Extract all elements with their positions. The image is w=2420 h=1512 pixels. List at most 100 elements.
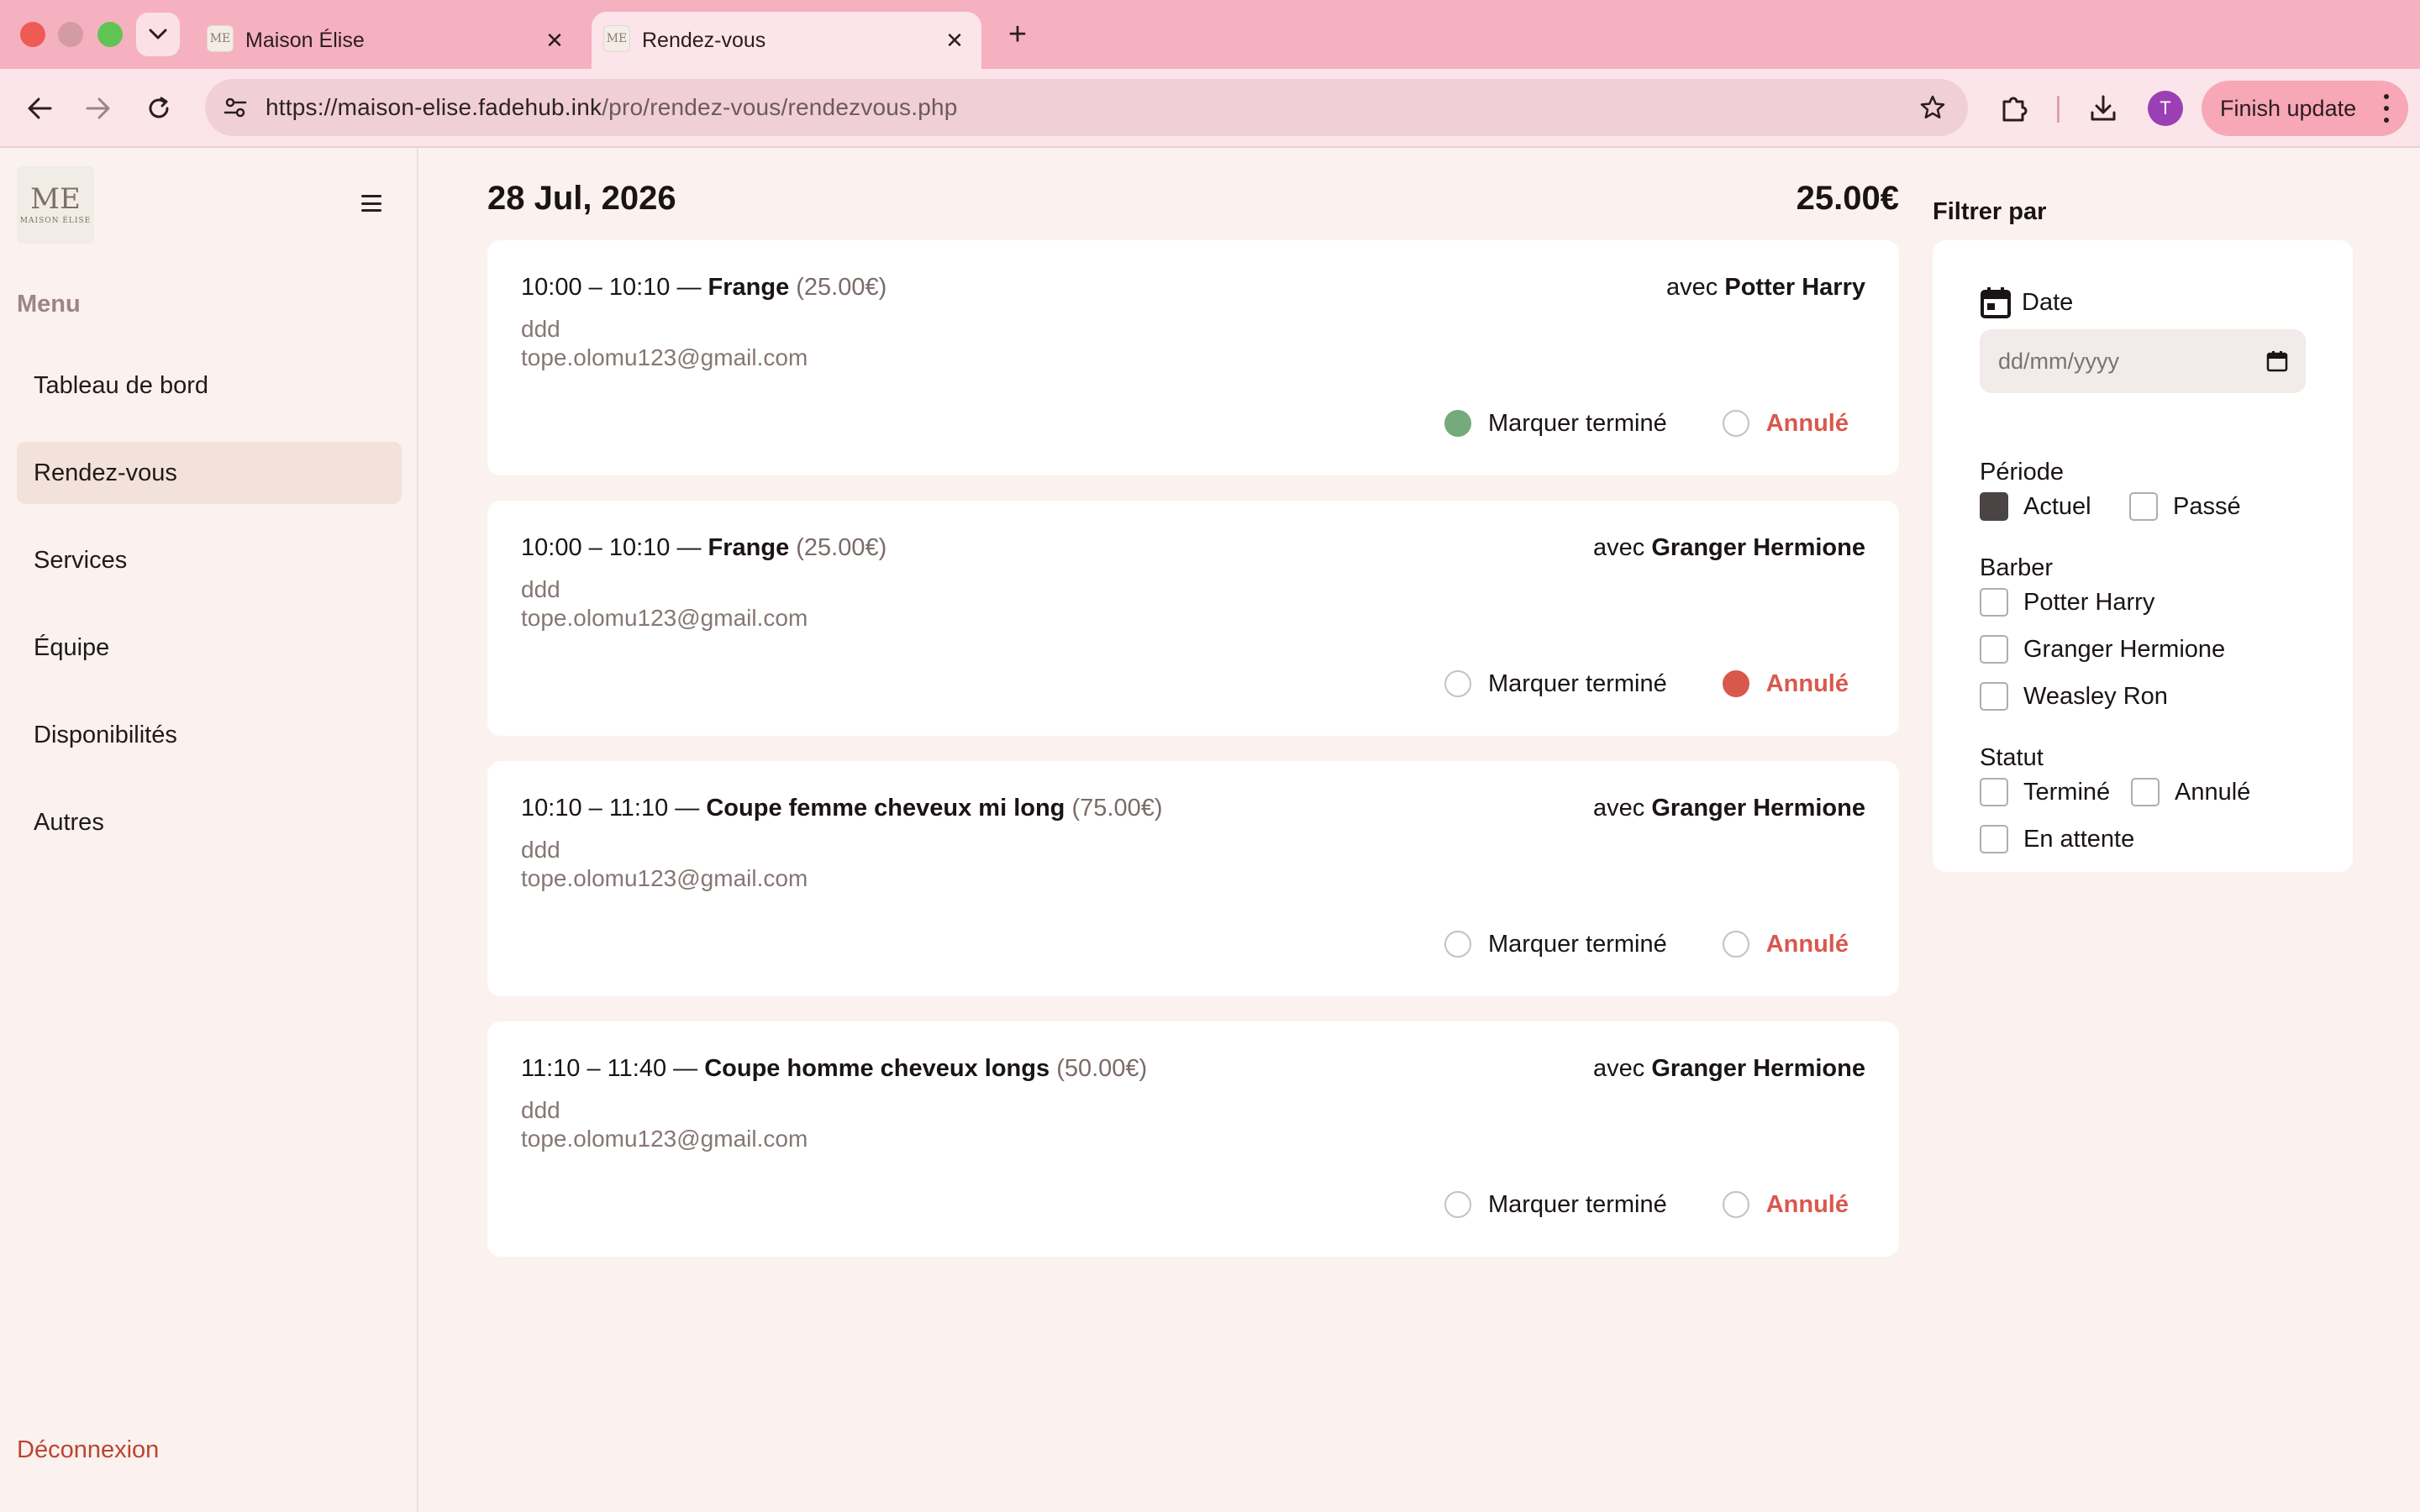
tab-maison-elise[interactable]: ME Maison Élise ✕ bbox=[195, 12, 581, 69]
checkbox-unchecked[interactable] bbox=[2131, 778, 2160, 806]
tab-title: Rendez-vous bbox=[642, 29, 766, 52]
mark-done-label: Marquer terminé bbox=[1487, 1190, 1667, 1218]
appointment-barber: avec Granger Hermione bbox=[1593, 795, 1865, 822]
close-icon[interactable]: ✕ bbox=[541, 27, 568, 54]
status-radio-group: Marquer terminé Annulé bbox=[1444, 1188, 1849, 1221]
checkbox-label: Granger Hermione bbox=[2023, 635, 2226, 663]
cancel-radio[interactable]: Annulé bbox=[1722, 1191, 1849, 1219]
appointment-service: Frange bbox=[708, 274, 790, 301]
client-email: tope.olomu123@gmail.com bbox=[521, 605, 808, 631]
calendar-icon bbox=[1981, 287, 2011, 318]
back-arrow-icon[interactable] bbox=[18, 87, 60, 129]
barber-weasley-checkbox[interactable]: Weasley Ron bbox=[1980, 682, 2168, 711]
appointment-note: ddd bbox=[521, 576, 560, 602]
sidebar-item-autres[interactable]: Autres bbox=[17, 791, 402, 853]
tab-rendez-vous[interactable]: ME Rendez-vous ✕ bbox=[592, 12, 981, 69]
checkbox-unchecked[interactable] bbox=[1980, 588, 2008, 617]
radio-selected-done[interactable] bbox=[1444, 410, 1471, 437]
cancel-radio[interactable]: Annulé bbox=[1722, 931, 1849, 958]
barber-name: Potter Harry bbox=[1724, 274, 1865, 301]
mark-done-radio[interactable]: Marquer terminé bbox=[1444, 1191, 1667, 1219]
window-maximize-button[interactable] bbox=[97, 22, 123, 47]
radio-unselected[interactable] bbox=[1722, 1191, 1749, 1218]
checkbox-label: Passé bbox=[2173, 492, 2241, 520]
appointment-service: Frange bbox=[708, 534, 790, 561]
url-path: /pro/rendez-vous/rendezvous.php bbox=[602, 94, 958, 120]
sidebar-item-disponibilites[interactable]: Disponibilités bbox=[17, 704, 402, 766]
profile-avatar[interactable]: T bbox=[2148, 91, 2183, 126]
sidebar-item-tableau-de-bord[interactable]: Tableau de bord bbox=[17, 354, 402, 417]
checkbox-unchecked[interactable] bbox=[1980, 635, 2008, 664]
reload-icon[interactable] bbox=[138, 87, 180, 129]
mark-done-radio[interactable]: Marquer terminé bbox=[1444, 410, 1667, 438]
status-radio-group: Marquer terminé Annulé bbox=[1444, 667, 1849, 701]
statut-en-attente-checkbox[interactable]: En attente bbox=[1980, 825, 2134, 853]
client-email: tope.olomu123@gmail.com bbox=[521, 865, 808, 891]
radio-unselected[interactable] bbox=[1722, 931, 1749, 958]
avec-label: avec bbox=[1593, 534, 1645, 561]
close-icon[interactable]: ✕ bbox=[941, 27, 968, 54]
radio-unselected[interactable] bbox=[1444, 670, 1471, 697]
radio-unselected[interactable] bbox=[1444, 1191, 1471, 1218]
statut-termine-checkbox[interactable]: Terminé bbox=[1980, 778, 2110, 806]
calendar-picker-icon[interactable] bbox=[2265, 349, 2289, 373]
avec-label: avec bbox=[1593, 795, 1645, 822]
periode-actuel-checkbox[interactable]: Actuel bbox=[1980, 492, 2091, 521]
checkbox-label: Actuel bbox=[2023, 492, 2091, 520]
chevron-down-icon bbox=[149, 29, 167, 39]
finish-update-button[interactable]: Finish update bbox=[2202, 81, 2408, 136]
appointment-summary: 10:10 – 11:10 — Coupe femme cheveux mi l… bbox=[521, 795, 1162, 822]
checkbox-unchecked[interactable] bbox=[1980, 825, 2008, 853]
brand-logo[interactable]: ME MAISON ÉLISE bbox=[17, 166, 94, 244]
address-bar[interactable]: https://maison-elise.fadehub.ink/pro/ren… bbox=[205, 79, 1968, 136]
new-tab-plus-icon[interactable]: + bbox=[998, 15, 1037, 54]
radio-unselected[interactable] bbox=[1444, 931, 1471, 958]
appointment-barber: avec Granger Hermione bbox=[1593, 1055, 1865, 1083]
url-text: https://maison-elise.fadehub.ink/pro/ren… bbox=[266, 79, 958, 136]
more-vert-icon[interactable] bbox=[2383, 94, 2390, 123]
extensions-puzzle-icon[interactable] bbox=[1996, 91, 2032, 126]
appointment-barber: avec Potter Harry bbox=[1666, 274, 1865, 302]
barber-granger-checkbox[interactable]: Granger Hermione bbox=[1980, 635, 2225, 664]
radio-unselected[interactable] bbox=[1722, 410, 1749, 437]
checkbox-label: Potter Harry bbox=[2023, 588, 2155, 616]
logout-link[interactable]: Déconnexion bbox=[17, 1436, 159, 1464]
appointment-price: (25.00€) bbox=[796, 534, 887, 561]
sidebar-item-equipe[interactable]: Équipe bbox=[17, 617, 402, 679]
hamburger-menu-icon[interactable] bbox=[361, 195, 381, 212]
toolbar-divider bbox=[2057, 96, 2060, 123]
barber-name: Granger Hermione bbox=[1651, 534, 1865, 561]
periode-passe-checkbox[interactable]: Passé bbox=[2129, 492, 2241, 521]
radio-selected-cancel[interactable] bbox=[1722, 670, 1749, 697]
window-minimize-button[interactable] bbox=[58, 22, 83, 47]
site-settings-icon[interactable] bbox=[217, 89, 254, 126]
mark-done-radio[interactable]: Marquer terminé bbox=[1444, 931, 1667, 958]
site-favicon-icon: ME bbox=[603, 25, 630, 52]
appointment-time: 10:00 – 10:10 — bbox=[521, 534, 702, 561]
sidebar-item-rendez-vous[interactable]: Rendez-vous bbox=[17, 442, 402, 504]
barber-heading: Barber bbox=[1980, 554, 2054, 581]
appointment-card: 10:10 – 11:10 — Coupe femme cheveux mi l… bbox=[487, 761, 1899, 996]
filter-heading: Filtrer par bbox=[1933, 198, 2047, 225]
appointment-card: 10:00 – 10:10 — Frange (25.00€) avec Pot… bbox=[487, 240, 1899, 475]
checkbox-checked[interactable] bbox=[1980, 492, 2008, 521]
barber-potter-checkbox[interactable]: Potter Harry bbox=[1980, 588, 2154, 617]
checkbox-unchecked[interactable] bbox=[1980, 682, 2008, 711]
cancel-radio[interactable]: Annulé bbox=[1722, 410, 1849, 438]
tab-search-button[interactable] bbox=[136, 13, 180, 56]
cancel-radio[interactable]: Annulé bbox=[1722, 670, 1849, 698]
appointment-summary: 10:00 – 10:10 — Frange (25.00€) bbox=[521, 534, 886, 562]
bookmark-star-icon[interactable] bbox=[1919, 94, 1946, 121]
sidebar-item-services[interactable]: Services bbox=[17, 529, 402, 591]
appointment-note: ddd bbox=[521, 837, 560, 863]
appointment-card: 10:00 – 10:10 — Frange (25.00€) avec Gra… bbox=[487, 501, 1899, 736]
date-input[interactable] bbox=[1980, 329, 2306, 393]
statut-annule-checkbox[interactable]: Annulé bbox=[2131, 778, 2250, 806]
download-icon[interactable] bbox=[2086, 91, 2121, 126]
mark-done-radio[interactable]: Marquer terminé bbox=[1444, 670, 1667, 698]
appointment-price: (25.00€) bbox=[796, 274, 887, 301]
window-close-button[interactable] bbox=[20, 22, 45, 47]
forward-arrow-icon[interactable] bbox=[77, 87, 119, 129]
checkbox-unchecked[interactable] bbox=[1980, 778, 2008, 806]
checkbox-unchecked[interactable] bbox=[2129, 492, 2158, 521]
